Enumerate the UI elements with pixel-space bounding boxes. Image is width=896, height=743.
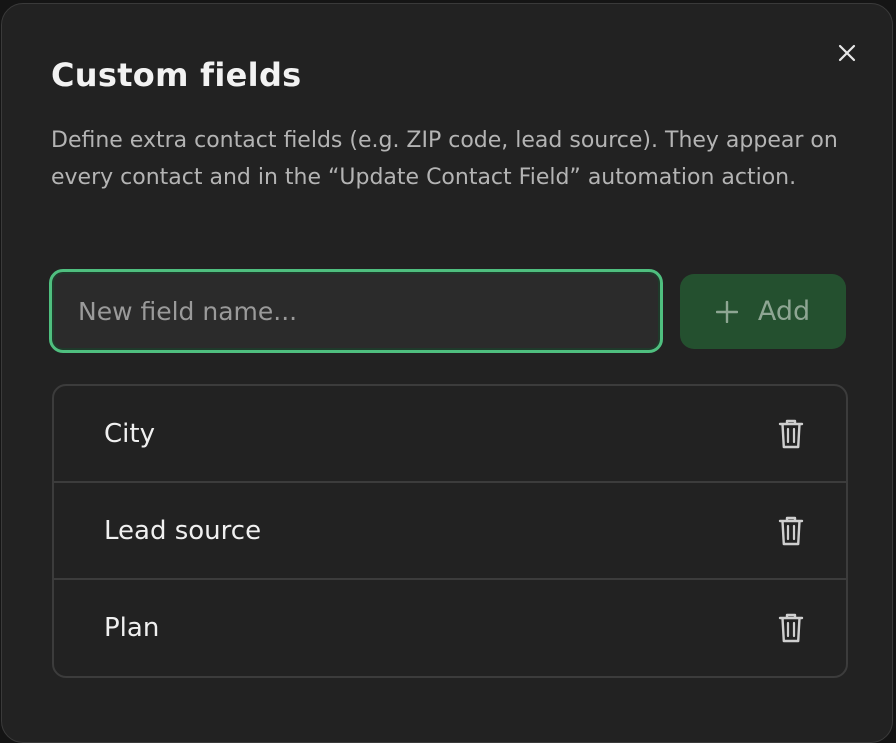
plus-icon [715, 300, 738, 323]
field-row-plan: Plan [54, 580, 846, 676]
field-label: City [104, 418, 155, 449]
field-row-city: City [54, 386, 846, 483]
custom-fields-dialog: Custom fields Define extra contact field… [1, 3, 893, 743]
close-icon [838, 44, 856, 62]
trash-icon [778, 419, 804, 448]
dialog-description: Define extra contact fields (e.g. ZIP co… [51, 128, 838, 190]
delete-field-button[interactable] [774, 512, 808, 550]
delete-field-button[interactable] [774, 415, 808, 453]
trash-icon [778, 613, 804, 643]
trash-icon [778, 516, 804, 545]
custom-field-list: City Lead source Plan [52, 384, 848, 678]
field-row-lead-source: Lead source [54, 483, 846, 580]
delete-field-button[interactable] [774, 609, 808, 647]
close-button[interactable] [832, 38, 862, 68]
dialog-title: Custom fields [51, 56, 302, 94]
add-field-button[interactable]: Add [680, 274, 846, 349]
new-field-name-input[interactable] [49, 269, 663, 353]
add-button-label: Add [757, 296, 811, 327]
field-label: Plan [104, 613, 160, 643]
field-label: Lead source [104, 515, 262, 546]
